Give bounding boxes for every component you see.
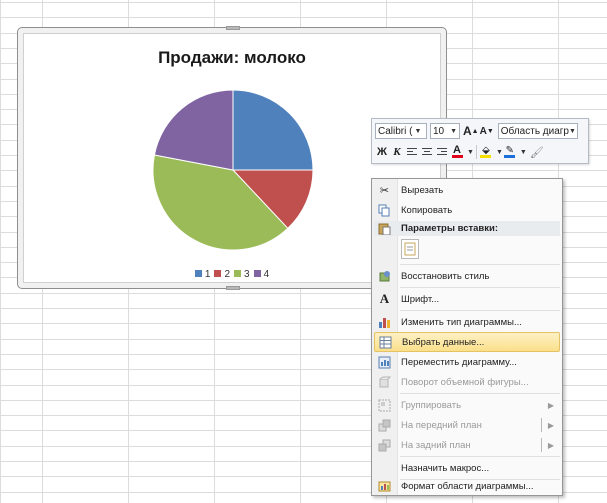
submenu-arrow-icon: ▶ [547,400,554,410]
menu-item-label: Шрифт... [401,293,440,305]
chart-element-select[interactable]: Область диагр ▼ [497,123,578,139]
grow-font-button[interactable]: A ▲ [463,123,479,139]
paste-options-header: Параметры вставки: [374,221,560,236]
legend-swatch [253,270,261,277]
font-icon: A [379,291,390,306]
font-name-value: Calibri ( [378,125,413,137]
bring-front-icon [374,419,395,432]
menu-item-label: Вырезать [401,184,444,196]
chart-element-value: Область диагр [500,125,569,137]
chevron-down-icon: ▼ [450,127,457,135]
menu-item-change-chart-type[interactable]: Изменить тип диаграммы... [374,312,560,332]
menu-item-label: Параметры вставки: [401,223,499,234]
chevron-down-icon[interactable]: ▼ [496,149,503,156]
menu-separator [400,456,560,457]
chevron-down-icon[interactable]: ▼ [467,149,474,156]
menu-item-bring-to-front[interactable]: На передний план ▶ [374,415,560,435]
font-size-select[interactable]: 10 ▼ [430,123,460,139]
outline-color-icon[interactable]: ✎ [503,144,517,160]
menu-item-label: Формат области диаграммы... [401,480,534,492]
format-area-icon [374,480,395,493]
legend-swatch [234,270,241,277]
align-left-icon[interactable] [405,144,419,160]
chevron-down-icon: ▼ [569,127,576,135]
bold-button[interactable]: Ж [375,144,389,160]
legend-label: 4 [263,269,270,280]
move-chart-icon [374,356,395,369]
legend-label: 3 [244,269,250,280]
legend-item-2[interactable]: 2 [214,269,230,280]
font-color-bar [451,155,463,158]
menu-item-label: Назначить макрос... [401,462,490,474]
paste-keep-formatting-button[interactable] [401,239,419,259]
align-center-icon[interactable] [420,144,434,160]
legend-item-3[interactable]: 3 [234,269,250,280]
menu-item-3d-rotation[interactable]: Поворот объемной фигуры... [374,372,560,392]
fill-color-icon[interactable]: ⬙ [479,144,493,160]
chart-resize-handle-top[interactable] [226,26,240,30]
send-back-icon [374,439,395,452]
legend-swatch [214,270,222,277]
menu-separator [400,310,560,311]
scissors-icon: ✂ [379,184,390,197]
legend-item-4[interactable]: 4 [253,269,270,280]
select-data-icon [375,336,396,349]
italic-button[interactable]: К [390,144,404,160]
menu-separator [400,264,560,265]
menu-item-move-chart[interactable]: Переместить диаграмму... [374,352,560,372]
menu-separator [400,393,560,394]
menu-item-label: Выбрать данные... [402,336,485,348]
mini-toolbar: Calibri ( ▼ 10 ▼ A ▲ A ▼ Область диагр ▼ Ж… [371,118,589,164]
paste-icon [374,222,395,235]
chevron-down-icon: ▼ [414,127,422,135]
legend-item-1[interactable]: 1 [194,269,211,280]
menu-item-format-chart-area[interactable]: Формат области диаграммы... [374,476,560,496]
rotation-3d-icon [374,376,395,389]
menu-item-select-data[interactable]: Выбрать данные... [374,332,560,352]
context-menu: ✂ Вырезать Копировать Параметры вставки:… [371,178,563,496]
legend-swatch [194,270,202,277]
menu-item-cut[interactable]: ✂ Вырезать [374,180,560,200]
format-painter-icon[interactable]: 🖌 [530,144,544,160]
chart-resize-handle-bottom[interactable] [226,286,240,290]
reset-style-icon [374,270,395,283]
menu-item-label: На передний план [401,419,482,431]
menu-item-reset-style[interactable]: Восстановить стиль [374,266,560,286]
submenu-arrow-icon: ▶ [547,440,554,450]
menu-item-label: Поворот объемной фигуры... [401,376,529,388]
menu-separator [400,287,560,288]
menu-item-label: Изменить тип диаграммы... [401,316,522,328]
menu-item-label: На задний план [401,439,471,451]
menu-item-label: Группировать [401,399,462,411]
menu-item-copy[interactable]: Копировать [374,200,560,220]
shrink-font-button[interactable]: A ▼ [480,123,494,139]
pie-slice-1[interactable] [232,89,314,171]
menu-item-send-to-back[interactable]: На задний план ▶ [374,435,560,455]
chevron-down-icon[interactable]: ▼ [520,149,527,156]
font-name-select[interactable]: Calibri ( ▼ [375,123,427,139]
menu-item-label: Копировать [401,204,453,216]
legend-label: 1 [204,269,211,280]
font-size-value: 10 [433,125,445,137]
split-divider [541,418,542,432]
submenu-arrow-icon: ▶ [547,420,554,430]
menu-item-label: Восстановить стиль [401,270,490,282]
chart-type-icon [374,316,395,329]
group-icon [374,399,395,412]
align-right-icon[interactable] [435,144,449,160]
split-divider [541,438,542,452]
font-color-button[interactable]: A [450,144,464,160]
menu-item-assign-macro[interactable]: Назначить макрос... [374,458,560,478]
menu-item-font[interactable]: A Шрифт... [374,289,560,309]
menu-item-group[interactable]: Группировать ▶ [374,395,560,415]
toolbar-separator [475,145,477,159]
menu-item-label: Переместить диаграмму... [401,356,517,368]
legend-label: 2 [224,269,230,280]
copy-icon [374,204,395,217]
